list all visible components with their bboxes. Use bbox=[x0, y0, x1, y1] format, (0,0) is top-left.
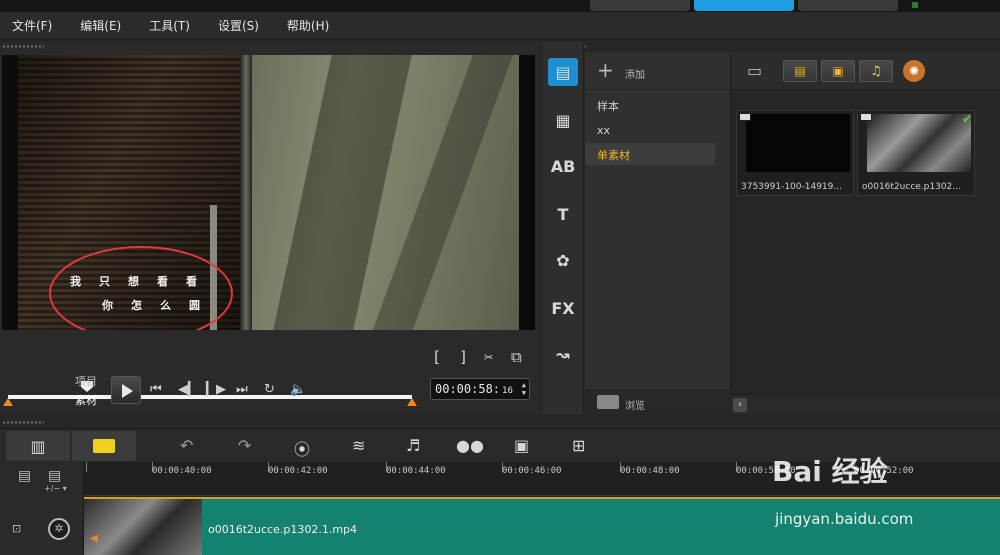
record-icon[interactable]: ⦿ bbox=[294, 436, 310, 460]
status-indicator bbox=[912, 2, 918, 8]
tick-label: 00:00:40:00 bbox=[152, 466, 212, 476]
repeat-icon[interactable]: ↻ bbox=[264, 382, 275, 397]
top-tab-strip bbox=[0, 0, 1000, 12]
transition-icon[interactable]: AB bbox=[548, 152, 578, 180]
scissors-icon[interactable]: ✂ bbox=[484, 348, 493, 366]
end-icon[interactable]: ⏭ bbox=[236, 382, 248, 397]
menu-file[interactable]: 文件(F) bbox=[12, 17, 52, 34]
timeline-grip[interactable] bbox=[2, 420, 44, 425]
prev-frame-icon[interactable]: ◀▎ bbox=[178, 382, 198, 397]
track-header: ▤ ▤ +/− ▾ ⊡ ✲ bbox=[0, 462, 84, 555]
mode-clip[interactable]: 素材 bbox=[75, 392, 97, 408]
add-folder-button[interactable]: + 添加 bbox=[585, 52, 731, 90]
storyboard-view-button[interactable]: ▥ bbox=[6, 431, 70, 461]
panel-grip[interactable] bbox=[2, 44, 44, 49]
tick-label: 00:00:46:00 bbox=[502, 466, 562, 476]
track-manager-icon[interactable]: ▤ bbox=[48, 468, 61, 484]
timecode-field[interactable]: 00:00:58: 16 ▲ ▼ bbox=[430, 378, 530, 400]
category-strip: ▤ ▦ AB T ✿ FX ↝ bbox=[542, 42, 584, 414]
tick-label: 00:00:48:00 bbox=[620, 466, 680, 476]
import-icon[interactable]: ✺ bbox=[903, 60, 925, 82]
add-remove-icon[interactable]: +/− ▾ bbox=[44, 484, 67, 493]
show-photo-button[interactable]: ▣ bbox=[821, 60, 855, 82]
library-scrollbar[interactable]: ‹ bbox=[731, 394, 1000, 414]
menu-help[interactable]: 帮助(H) bbox=[287, 17, 329, 34]
scroll-left-icon[interactable]: ‹ bbox=[733, 398, 747, 412]
auto-music-icon[interactable]: ♬ bbox=[406, 436, 420, 455]
enlarge-icon[interactable]: ⧉ bbox=[511, 348, 522, 366]
video-badge-icon bbox=[860, 113, 872, 121]
filter-icon[interactable]: FX bbox=[548, 294, 578, 322]
show-video-button[interactable]: ▤ bbox=[783, 60, 817, 82]
preview-panel: 我只想看看 你怎么圆 [ ] ✂ ⧉ 项目 素材 ⏮ ◀▎ ▎▶ ⏭ ↻ 🔈 0… bbox=[0, 42, 540, 414]
trim-start-marker[interactable] bbox=[3, 398, 13, 406]
timeline-icon bbox=[93, 439, 115, 453]
undo-icon[interactable]: ↶ bbox=[180, 436, 193, 455]
clip-thumbnail[interactable] bbox=[84, 499, 202, 555]
motion-tracking-icon[interactable]: ●● bbox=[456, 436, 484, 455]
film-icon: ▤ bbox=[794, 64, 806, 78]
instant-project-icon[interactable]: ▦ bbox=[548, 106, 578, 134]
watermark-url: jingyan.baidu.com bbox=[775, 510, 914, 528]
folder-item-single-clip[interactable]: 单素材 bbox=[585, 143, 715, 165]
home-icon[interactable]: ⏮ bbox=[150, 382, 162, 397]
mark-in-button[interactable]: [ bbox=[432, 348, 441, 366]
redo-icon[interactable]: ↷ bbox=[238, 436, 251, 455]
library-thumb[interactable]: 3753991-100-14919... bbox=[736, 110, 854, 196]
audio-mixer-icon[interactable]: ≋ bbox=[352, 436, 365, 455]
volume-icon[interactable]: 🔈 bbox=[290, 382, 306, 397]
video-badge-icon bbox=[739, 113, 751, 121]
baidu-watermark: Bai 经验 bbox=[772, 455, 888, 488]
mode-project[interactable]: 项目 bbox=[75, 373, 97, 389]
folder-item-sample[interactable]: 样本 bbox=[585, 94, 715, 116]
menu-bar: 文件(F) 编辑(E) 工具(T) 设置(S) 帮助(H) bbox=[0, 12, 1000, 40]
media-icon[interactable]: ▤ bbox=[548, 58, 578, 86]
video-preview[interactable]: 我只想看看 你怎么圆 bbox=[2, 55, 535, 330]
timecode-spinner[interactable]: ▲ ▼ bbox=[522, 381, 526, 397]
tick-label: 00:00:42:00 bbox=[268, 466, 328, 476]
tab-edit[interactable] bbox=[694, 0, 794, 11]
plus-icon: + bbox=[597, 58, 614, 82]
multi-camera-icon[interactable]: ⊞ bbox=[572, 436, 585, 455]
trim-end-marker[interactable] bbox=[407, 398, 417, 406]
browse-button[interactable]: 浏览 bbox=[585, 390, 731, 414]
tab-capture[interactable] bbox=[590, 0, 690, 11]
highlight-annotation bbox=[49, 246, 233, 330]
folder-panel: + 添加 样本 xx 单素材 浏览 bbox=[585, 52, 731, 414]
menu-settings[interactable]: 设置(S) bbox=[218, 17, 259, 34]
video-editor-window: 文件(F) 编辑(E) 工具(T) 设置(S) 帮助(H) 我只想看看 你怎么圆… bbox=[0, 0, 1000, 555]
show-audio-button[interactable]: ♫ bbox=[859, 60, 893, 82]
library-toolbar: ▭ ▤ ▣ ♫ ✺ bbox=[731, 52, 1000, 90]
clip-label: o0016t2ucce.p1302.1.mp4 bbox=[208, 523, 358, 536]
timeline-view-button[interactable] bbox=[72, 431, 136, 461]
mark-out-button[interactable]: ] bbox=[459, 348, 468, 366]
graphic-icon[interactable]: ✿ bbox=[548, 246, 578, 274]
storyboard-icon: ▥ bbox=[30, 436, 46, 456]
title-icon[interactable]: T bbox=[548, 200, 578, 228]
lock-icon[interactable]: ⊡ bbox=[12, 522, 21, 535]
menu-tools[interactable]: 工具(T) bbox=[149, 17, 190, 34]
photo-icon: ▣ bbox=[832, 64, 844, 78]
menu-edit[interactable]: 编辑(E) bbox=[80, 17, 121, 34]
film-track-icon[interactable]: ▤ bbox=[18, 468, 31, 484]
video-track-icon[interactable]: ✲ bbox=[48, 518, 70, 540]
folder-item-xx[interactable]: xx bbox=[585, 120, 715, 142]
tick-label: 00:00:44:00 bbox=[386, 466, 446, 476]
music-icon: ♫ bbox=[870, 63, 882, 79]
folder-icon[interactable]: ▭ bbox=[747, 61, 762, 80]
tab-share[interactable] bbox=[798, 0, 898, 11]
browse-icon bbox=[597, 395, 619, 409]
check-icon: ✔ bbox=[961, 112, 972, 126]
audio-clip-icon: ◀ bbox=[90, 533, 98, 544]
library-thumb[interactable]: ✔ o0016t2ucce.p1302... bbox=[857, 110, 975, 196]
media-library: ▭ ▤ ▣ ♫ ✺ 3753991-100-14919... ✔ o0016t2… bbox=[731, 52, 1000, 414]
next-frame-icon[interactable]: ▎▶ bbox=[206, 382, 226, 397]
path-icon[interactable]: ↝ bbox=[548, 340, 578, 368]
play-button[interactable] bbox=[111, 376, 141, 404]
subtitle-editor-icon[interactable]: ▣ bbox=[514, 436, 529, 455]
